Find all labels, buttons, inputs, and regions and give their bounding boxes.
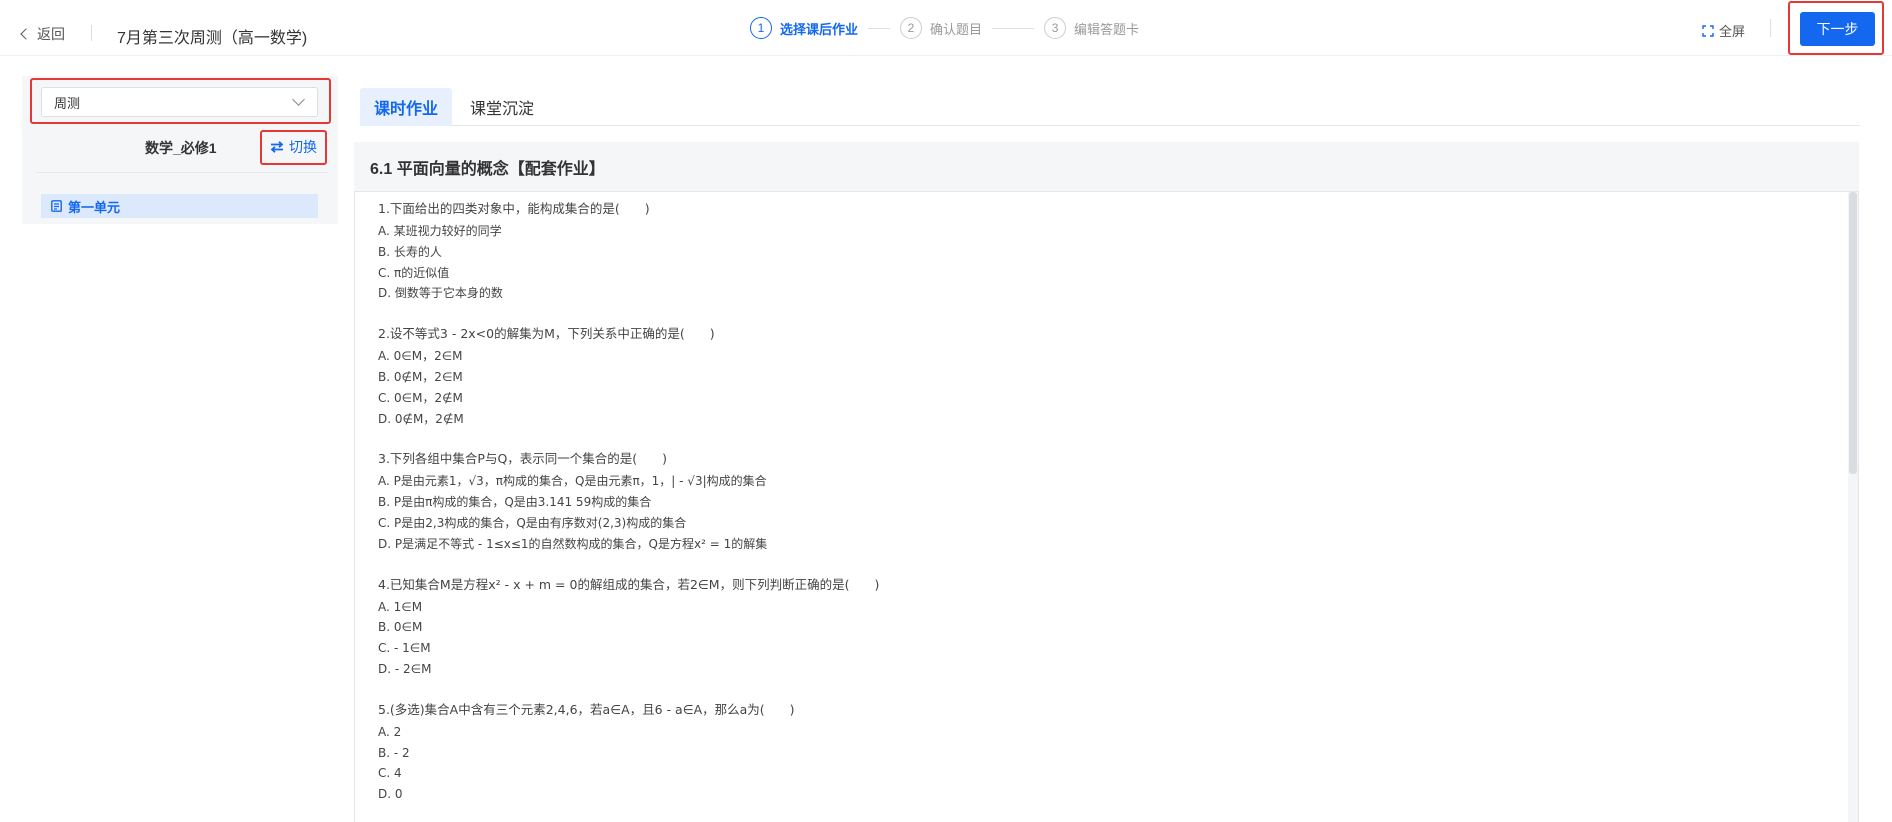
question-option: D. 0 xyxy=(378,787,403,802)
step-1: 1 选择课后作业 xyxy=(750,17,858,39)
tab-lesson-homework[interactable]: 课时作业 xyxy=(360,88,452,126)
question-option: C. P是由2,3构成的集合，Q是由有序数对(2,3)构成的集合 xyxy=(378,515,687,530)
question-option: D. 0∉M，2∉M xyxy=(378,411,464,426)
select-value: 周测 xyxy=(54,95,81,111)
sidebar-item-unit-1[interactable]: 第一单元 xyxy=(41,194,318,218)
tab-class-review[interactable]: 课堂沉淀 xyxy=(462,88,542,126)
question-stem: 2.设不等式3 - 2x<0的解集为M，下列关系中正确的是( ) xyxy=(378,326,715,342)
stepper: 1 选择课后作业 2 确认题目 3 编辑答题卡 xyxy=(750,17,1139,39)
unit-label: 第一单元 xyxy=(68,199,121,215)
step-number: 3 xyxy=(1044,17,1067,39)
back-label: 返回 xyxy=(37,26,65,42)
type-select[interactable]: 周测 xyxy=(41,87,318,117)
chevron-left-icon xyxy=(20,28,32,40)
step-number: 2 xyxy=(900,17,923,39)
question-option: C. 0∈M，2∉M xyxy=(378,390,463,405)
question-option: C. π的近似值 xyxy=(378,265,450,280)
question-stem: 4.已知集合M是方程x² - x + m = 0的解组成的集合，若2∈M，则下列… xyxy=(378,576,880,592)
question-option: A. 1∈M xyxy=(378,599,423,614)
question-option: D. 倒数等于它本身的数 xyxy=(378,286,503,301)
question-item[interactable]: 1.下面给出的四类对象中，能构成集合的是( ) A. 某班视力较好的同学 B. … xyxy=(378,196,879,304)
tab-bar: 课时作业 课堂沉淀 xyxy=(360,88,1860,126)
question-option: A. 0∈M，2∈M xyxy=(378,349,463,364)
question-option: B. 0∉M，2∈M xyxy=(378,369,463,384)
expand-icon xyxy=(1702,24,1714,37)
question-option: B. 长寿的人 xyxy=(378,244,442,259)
step-connector xyxy=(992,27,1035,29)
fullscreen-button[interactable]: 全屏 xyxy=(1702,21,1745,40)
question-stem: 3.下列各组中集合P与Q，表示同一个集合的是( ) xyxy=(378,451,668,467)
question-list-panel[interactable]: 1.下面给出的四类对象中，能构成集合的是( ) A. 某班视力较好的同学 B. … xyxy=(354,191,1859,822)
question-option: A. 2 xyxy=(378,724,402,739)
step-number: 1 xyxy=(750,17,772,39)
step-2: 2 确认题目 xyxy=(900,17,982,39)
step-connector xyxy=(868,27,891,29)
section-title: 6.1 平面向量的概念【配套作业】 xyxy=(354,142,1859,191)
question-item[interactable]: 3.下列各组中集合P与Q，表示同一个集合的是( ) A. P是由元素1，√3，π… xyxy=(378,446,879,554)
question-option: C. - 1∈M xyxy=(378,641,431,656)
page-title: 7月第三次周测（高一数学) xyxy=(117,30,308,47)
question-option: D. P是满足不等式 - 1≤x≤1的自然数构成的集合，Q是方程x² = 1的解… xyxy=(378,536,768,551)
question-option: A. P是由元素1，√3，π构成的集合，Q是由元素π，1，| - √3|构成的集… xyxy=(378,474,767,489)
fullscreen-label: 全屏 xyxy=(1719,24,1746,39)
header-divider xyxy=(91,25,92,41)
step-label: 选择课后作业 xyxy=(780,21,859,37)
question-option: A. 某班视力较好的同学 xyxy=(378,224,502,238)
header-divider xyxy=(1770,19,1771,37)
vertical-scrollbar[interactable] xyxy=(1848,192,1858,822)
book-name: 数学_必修1 xyxy=(145,140,217,156)
question-item[interactable]: 5.(多选)集合A中含有三个元素2,4,6，若a∈A，且6 - a∈A，那么a为… xyxy=(378,697,879,805)
switch-button[interactable]: 切换 xyxy=(270,137,317,157)
question-list: 1.下面给出的四类对象中，能构成集合的是( ) A. 某班视力较好的同学 B. … xyxy=(378,196,879,822)
question-option: B. - 2 xyxy=(378,745,410,760)
step-label: 确认题目 xyxy=(930,21,983,37)
back-button[interactable]: 返回 xyxy=(20,24,65,44)
sidebar-divider xyxy=(36,172,328,173)
chevron-down-icon xyxy=(292,93,305,106)
question-stem: 5.(多选)集合A中含有三个元素2,4,6，若a∈A，且6 - a∈A，那么a为… xyxy=(378,701,795,717)
swap-icon xyxy=(270,141,284,153)
switch-label: 切换 xyxy=(289,139,317,155)
question-item[interactable]: 2.设不等式3 - 2x<0的解集为M，下列关系中正确的是( ) A. 0∈M，… xyxy=(378,321,879,429)
question-item[interactable]: 4.已知集合M是方程x² - x + m = 0的解组成的集合，若2∈M，则下列… xyxy=(378,572,879,680)
next-step-button[interactable]: 下一步 xyxy=(1800,12,1875,46)
question-option: D. - 2∈M xyxy=(378,661,432,676)
question-option: B. P是由π构成的集合，Q是由3.141 59构成的集合 xyxy=(378,495,652,510)
scrollbar-thumb[interactable] xyxy=(1849,192,1857,474)
document-icon xyxy=(51,200,62,212)
top-header: 返回 7月第三次周测（高一数学) 1 选择课后作业 2 确认题目 3 编辑答题卡… xyxy=(0,0,1892,56)
question-option: C. 4 xyxy=(378,766,402,781)
step-label: 编辑答题卡 xyxy=(1074,21,1140,37)
step-3: 3 编辑答题卡 xyxy=(1044,17,1139,39)
question-option: B. 0∈M xyxy=(378,620,423,635)
question-stem: 1.下面给出的四类对象中，能构成集合的是( ) xyxy=(378,201,650,216)
